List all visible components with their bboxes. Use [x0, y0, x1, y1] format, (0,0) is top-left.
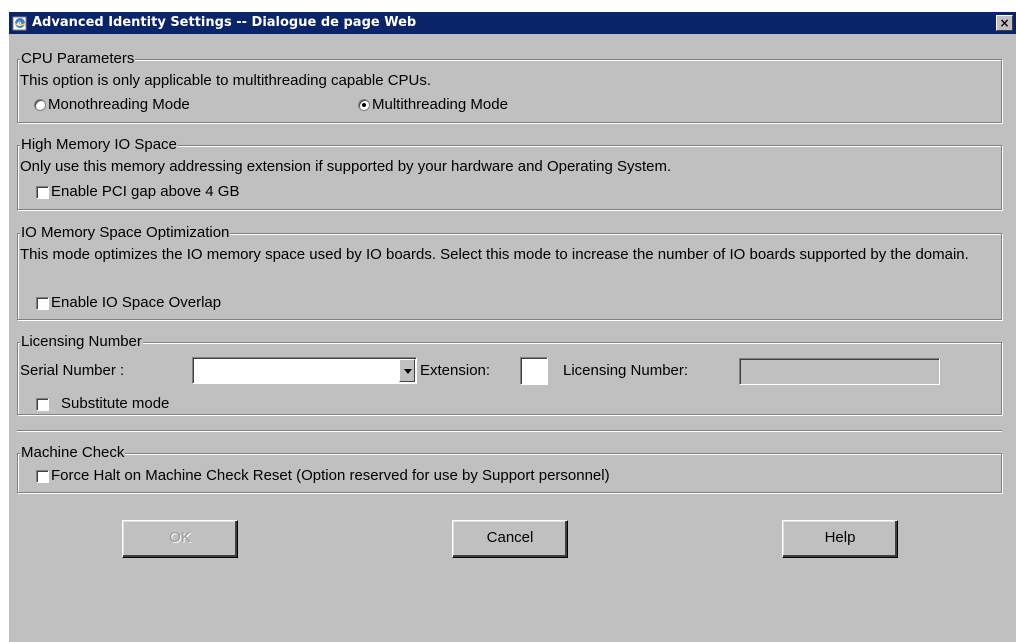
serial-dropdown-button[interactable]	[399, 359, 415, 382]
machine-check-legend: Machine Check	[20, 444, 126, 462]
dialog-window: e Advanced Identity Settings -- Dialogue…	[9, 12, 1016, 642]
extension-input[interactable]	[520, 357, 548, 385]
high-memory-description: Only use this memory addressing extensio…	[20, 158, 672, 175]
cancel-button-label: Cancel	[486, 529, 534, 546]
cpu-parameters-group: CPU Parameters This option is only appli…	[17, 50, 1002, 123]
serial-number-dropdown[interactable]	[192, 357, 417, 384]
force-halt-checkbox[interactable]	[36, 470, 49, 483]
monothreading-label[interactable]: Monothreading Mode	[48, 96, 190, 114]
licensing-group: Licensing Number Serial Number : Extensi…	[17, 333, 1002, 415]
ie-page-icon: e	[12, 16, 27, 31]
pci-gap-checkbox[interactable]	[36, 186, 49, 199]
help-button[interactable]: Help	[782, 520, 898, 558]
divider	[17, 430, 1002, 432]
svg-text:e: e	[17, 19, 22, 28]
high-memory-group: High Memory IO Space Only use this memor…	[17, 136, 1002, 210]
close-button[interactable]: ×	[996, 15, 1013, 31]
cpu-parameters-legend: CPU Parameters	[20, 50, 136, 68]
substitute-mode-label[interactable]: Substitute mode	[61, 395, 169, 413]
serial-number-label: Serial Number :	[20, 362, 125, 379]
machine-check-group: Machine Check Force Halt on Machine Chec…	[17, 444, 1002, 493]
close-icon: ×	[999, 16, 1010, 30]
extension-label: Extension:	[420, 362, 491, 379]
high-memory-legend: High Memory IO Space	[20, 136, 178, 154]
window-title: Advanced Identity Settings -- Dialogue d…	[32, 15, 417, 30]
io-memory-description: This mode optimizes the IO memory space …	[20, 246, 969, 263]
cancel-button[interactable]: Cancel	[452, 520, 568, 558]
io-memory-legend: IO Memory Space Optimization	[20, 224, 231, 242]
title-bar: e Advanced Identity Settings -- Dialogue…	[9, 12, 1016, 34]
help-button-label: Help	[824, 529, 856, 546]
monothreading-radio[interactable]	[34, 99, 46, 111]
chevron-down-icon	[404, 369, 412, 374]
cpu-description: This option is only applicable to multit…	[20, 72, 432, 89]
licensing-number-input[interactable]	[739, 358, 940, 385]
io-memory-group: IO Memory Space Optimization This mode o…	[17, 224, 1002, 320]
licensing-legend: Licensing Number	[20, 333, 143, 351]
ok-button-label: OK	[169, 529, 191, 546]
multithreading-label[interactable]: Multithreading Mode	[372, 96, 508, 114]
licensing-number-label: Licensing Number:	[563, 362, 689, 379]
io-overlap-checkbox[interactable]	[36, 297, 49, 310]
multithreading-radio[interactable]	[358, 99, 370, 111]
io-overlap-label[interactable]: Enable IO Space Overlap	[51, 294, 221, 312]
force-halt-label[interactable]: Force Halt on Machine Check Reset (Optio…	[51, 467, 610, 485]
substitute-mode-checkbox[interactable]	[36, 398, 49, 411]
ok-button[interactable]: OK	[122, 520, 238, 558]
radio-selected-dot	[362, 103, 366, 107]
pci-gap-label[interactable]: Enable PCI gap above 4 GB	[51, 183, 239, 201]
